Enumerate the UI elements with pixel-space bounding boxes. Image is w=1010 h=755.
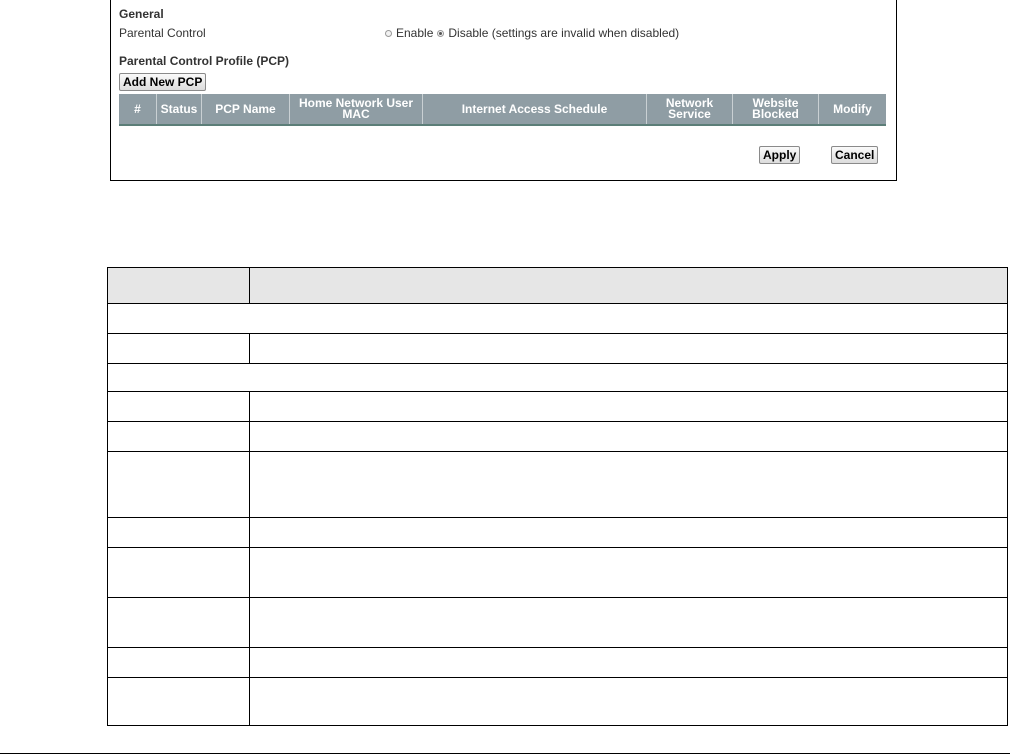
reference-cell bbox=[107, 391, 250, 422]
reference-table-row bbox=[107, 333, 1008, 364]
reference-cell bbox=[249, 597, 1008, 648]
col-internet-access-schedule: Internet Access Schedule bbox=[423, 94, 647, 124]
parental-control-radio-group: Enable Disable (settings are invalid whe… bbox=[385, 26, 679, 40]
pcp-section-title: Parental Control Profile (PCP) bbox=[119, 54, 290, 68]
reference-section-row bbox=[107, 363, 1008, 392]
reference-cell bbox=[107, 421, 250, 452]
add-new-pcp-button[interactable]: Add New PCP bbox=[119, 73, 207, 91]
reference-section-cell bbox=[107, 363, 1008, 392]
reference-cell bbox=[107, 451, 250, 518]
general-section-title: General bbox=[119, 7, 164, 21]
reference-cell bbox=[249, 517, 1008, 548]
reference-cell bbox=[107, 517, 250, 548]
reference-table-row bbox=[107, 597, 1008, 648]
reference-table-row bbox=[107, 517, 1008, 548]
reference-cell bbox=[249, 451, 1008, 518]
col-status: Status bbox=[157, 94, 202, 124]
reference-cell bbox=[249, 547, 1008, 598]
reference-cell bbox=[249, 421, 1008, 452]
reference-header-cell bbox=[107, 267, 250, 304]
reference-cell bbox=[249, 647, 1008, 678]
reference-table-row bbox=[107, 547, 1008, 598]
col-website-blocked: Website Blocked bbox=[733, 94, 819, 124]
reference-cell bbox=[107, 547, 250, 598]
enable-radio[interactable] bbox=[385, 29, 392, 37]
reference-header-cell bbox=[249, 267, 1008, 304]
reference-cell bbox=[249, 677, 1008, 726]
col-modify: Modify bbox=[833, 101, 872, 116]
reference-cell bbox=[107, 597, 250, 648]
reference-table-row bbox=[107, 391, 1008, 422]
page-bottom-rule bbox=[0, 753, 1010, 754]
col-network-service: Network Service bbox=[647, 94, 733, 124]
reference-cell bbox=[107, 333, 250, 364]
reference-table-header-row bbox=[107, 267, 1008, 304]
disable-radio-label: Disable (settings are invalid when disab… bbox=[448, 26, 680, 40]
reference-table-row bbox=[107, 421, 1008, 452]
reference-cell bbox=[107, 647, 250, 678]
col-home-network-user-mac: Home Network User MAC bbox=[290, 94, 423, 124]
reference-cell bbox=[107, 677, 250, 726]
cancel-button[interactable]: Cancel bbox=[831, 146, 879, 164]
reference-table-row bbox=[107, 451, 1008, 518]
parental-control-label: Parental Control bbox=[119, 26, 206, 40]
apply-button[interactable]: Apply bbox=[759, 146, 801, 164]
disable-radio[interactable] bbox=[437, 29, 445, 37]
parental-control-panel: General Parental Control Enable Disable … bbox=[110, 0, 897, 181]
reference-section-cell bbox=[107, 303, 1008, 334]
pcp-table-header: # Status PCP Name Home Network User MAC … bbox=[119, 94, 886, 126]
enable-radio-label: Enable bbox=[396, 26, 434, 40]
reference-table-row bbox=[107, 677, 1008, 726]
reference-table-row bbox=[107, 647, 1008, 678]
col-pcp-name: PCP Name bbox=[202, 94, 290, 124]
reference-cell bbox=[249, 333, 1008, 364]
col-number: # bbox=[119, 94, 157, 124]
reference-table bbox=[107, 267, 1008, 726]
reference-section-row bbox=[107, 303, 1008, 334]
reference-cell bbox=[249, 391, 1008, 422]
